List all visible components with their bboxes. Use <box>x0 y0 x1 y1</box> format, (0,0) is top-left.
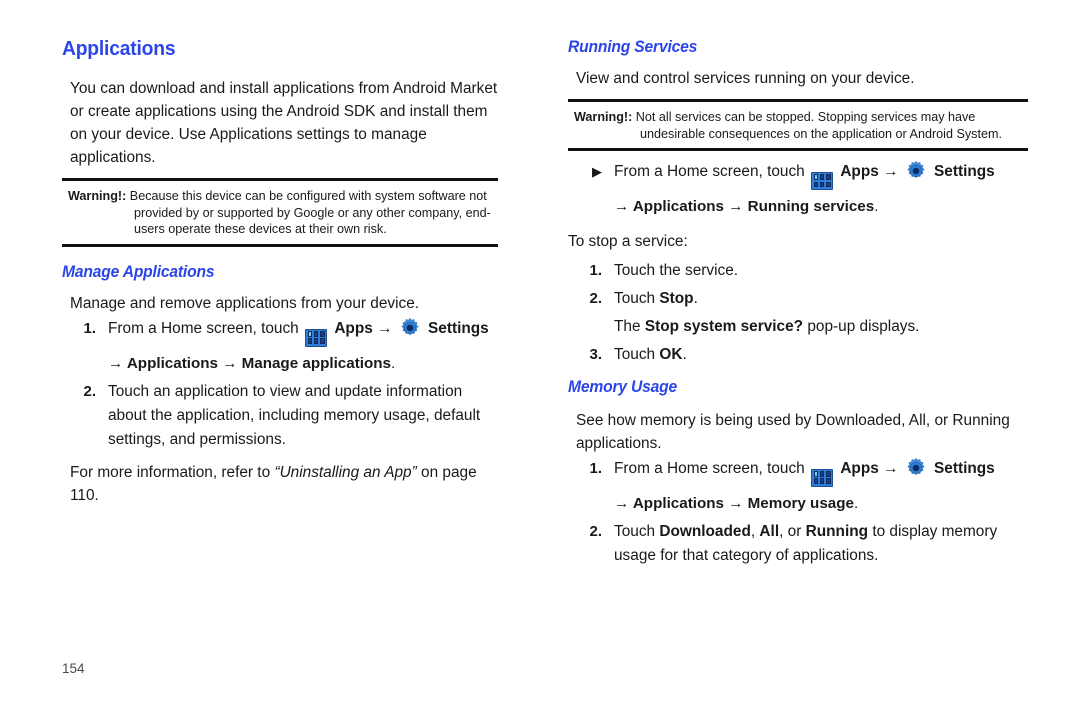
right-column: Running Services View and control servic… <box>540 0 1080 720</box>
navigation-path-period: . <box>853 494 859 512</box>
settings-label: Settings <box>934 163 995 181</box>
warning-block: Warning!: Because this device can be con… <box>62 188 498 238</box>
navigation-path: → Applications → Manage applications. <box>62 351 498 377</box>
popup-note: The Stop system service? pop-up displays… <box>568 315 1028 339</box>
step-text-suffix: . <box>682 345 687 363</box>
warning-text: Not all services can be stopped. Stoppin… <box>635 110 1002 141</box>
step-text-prefix: From a Home screen, touch <box>614 459 805 477</box>
step-text: From a Home screen, touch Apps → Setting… <box>614 457 1028 487</box>
step-number: 1. <box>589 261 602 279</box>
step-number: 2. <box>589 289 602 307</box>
step-item: 1. From a Home screen, touch Apps → Sett… <box>568 457 1028 487</box>
popup-note-suffix: pop-up displays. <box>807 317 920 335</box>
ui-term-ok: OK <box>659 345 683 363</box>
navigation-path-period: . <box>390 354 396 372</box>
apps-grid-icon <box>305 328 328 347</box>
navigation-path-text: → Applications → Manage applications <box>108 354 391 372</box>
divider-rule-bottom <box>62 243 498 247</box>
divider-rule-top <box>568 99 1028 102</box>
navigation-path: → Applications → Memory usage. <box>568 491 1028 517</box>
step-number: 2. <box>83 382 96 400</box>
intro-paragraph: You can download and install application… <box>70 80 498 166</box>
page-title: Applications <box>62 37 176 60</box>
running-services-intro: View and control services running on you… <box>576 70 915 87</box>
settings-gear-icon <box>906 457 925 476</box>
cross-reference-note: For more information, refer to “Uninstal… <box>62 461 498 507</box>
step-text-prefix: Touch <box>614 345 656 363</box>
arrow-glyph: → <box>883 163 899 181</box>
bullet-step-item: ▶ From a Home screen, touch Apps → Setti… <box>568 160 1028 190</box>
ui-term-running: Running <box>805 522 869 540</box>
step-text: Touch Stop. <box>614 287 1028 311</box>
arrow-glyph: → <box>883 459 899 477</box>
ui-term-downloaded: Downloaded <box>659 522 751 540</box>
subsection-title-running-services: Running Services <box>568 37 698 56</box>
step-text-suffix: . <box>693 289 698 307</box>
navigation-path-period: . <box>874 197 879 215</box>
step-item: 2. Touch Stop. <box>568 287 1028 311</box>
step-item: 3. Touch OK. <box>568 343 1028 367</box>
apps-label: Apps <box>840 459 879 477</box>
warning-block: Warning!: Not all services can be stoppe… <box>568 109 1028 142</box>
step-item: 1. From a Home screen, touch Apps → Sett… <box>62 317 498 347</box>
arrow-glyph: → <box>377 319 393 337</box>
step-number: 2. <box>589 522 602 540</box>
stop-service-lead-in: To stop a service: <box>568 232 688 250</box>
apps-grid-icon <box>811 468 834 487</box>
settings-label: Settings <box>934 459 995 477</box>
step-number: 1. <box>589 459 602 477</box>
ui-term-all: All <box>759 522 780 540</box>
settings-gear-icon <box>400 317 419 336</box>
step-text: From a Home screen, touch Apps → Setting… <box>108 317 498 347</box>
memory-usage-intro: See how memory is being used by Download… <box>576 411 1010 452</box>
step-text-prefix: From a Home screen, touch <box>108 319 299 337</box>
settings-gear-icon <box>906 160 925 179</box>
divider-rule-top <box>62 178 498 181</box>
navigation-path-text: → Applications → Memory usage <box>614 494 854 512</box>
navigation-path-text: → Applications → Running services <box>614 197 875 215</box>
page-number: 154 <box>62 661 85 676</box>
subsection-title-manage-applications: Manage Applications <box>62 261 215 281</box>
divider-rule-bottom <box>568 148 1028 152</box>
step-number: 3. <box>589 345 602 363</box>
step-text: Touch OK. <box>614 343 1028 367</box>
step-item: 1. Touch the service. <box>568 259 1028 283</box>
step-item: 2. Touch an application to view and upda… <box>62 380 498 452</box>
ui-term-stop-system-service: Stop system service? <box>644 317 804 335</box>
manual-page: Applications You can download and instal… <box>0 0 1080 720</box>
warning-text: Because this device can be configured wi… <box>129 189 491 237</box>
step-text-prefix: Touch <box>614 289 656 307</box>
filled-triangle-bullet-icon: ▶ <box>592 164 602 180</box>
step-text: Touch Downloaded, All, or Running to dis… <box>614 520 1028 568</box>
warning-label: Warning!: <box>68 189 127 203</box>
subsection-title-memory-usage: Memory Usage <box>568 376 678 396</box>
cross-reference-title: “Uninstalling an App” <box>274 463 417 481</box>
settings-label: Settings <box>428 319 489 337</box>
step-text: From a Home screen, touch Apps → Setting… <box>614 160 1028 190</box>
ui-term-stop: Stop <box>659 289 694 307</box>
apps-grid-icon <box>811 171 834 190</box>
step-text-prefix: Touch <box>614 522 656 540</box>
warning-label: Warning!: <box>574 110 633 124</box>
manage-applications-intro: Manage and remove applications from your… <box>70 294 420 312</box>
separator-2: , or <box>779 522 802 540</box>
navigation-path: → Applications → Running services. <box>568 194 1028 220</box>
popup-note-prefix: The <box>614 317 641 335</box>
step-text-prefix: From a Home screen, touch <box>614 163 805 181</box>
separator-1: , <box>750 522 756 540</box>
step-text: Touch an application to view and update … <box>108 382 481 448</box>
step-number: 1. <box>83 319 96 337</box>
apps-label: Apps <box>334 319 373 337</box>
step-item: 2. Touch Downloaded, All, or Running to … <box>568 520 1028 568</box>
apps-label: Apps <box>840 163 879 181</box>
step-text: Touch the service. <box>614 261 739 279</box>
left-column: Applications You can download and instal… <box>0 0 540 720</box>
cross-reference-prefix: For more information, refer to <box>70 463 271 481</box>
